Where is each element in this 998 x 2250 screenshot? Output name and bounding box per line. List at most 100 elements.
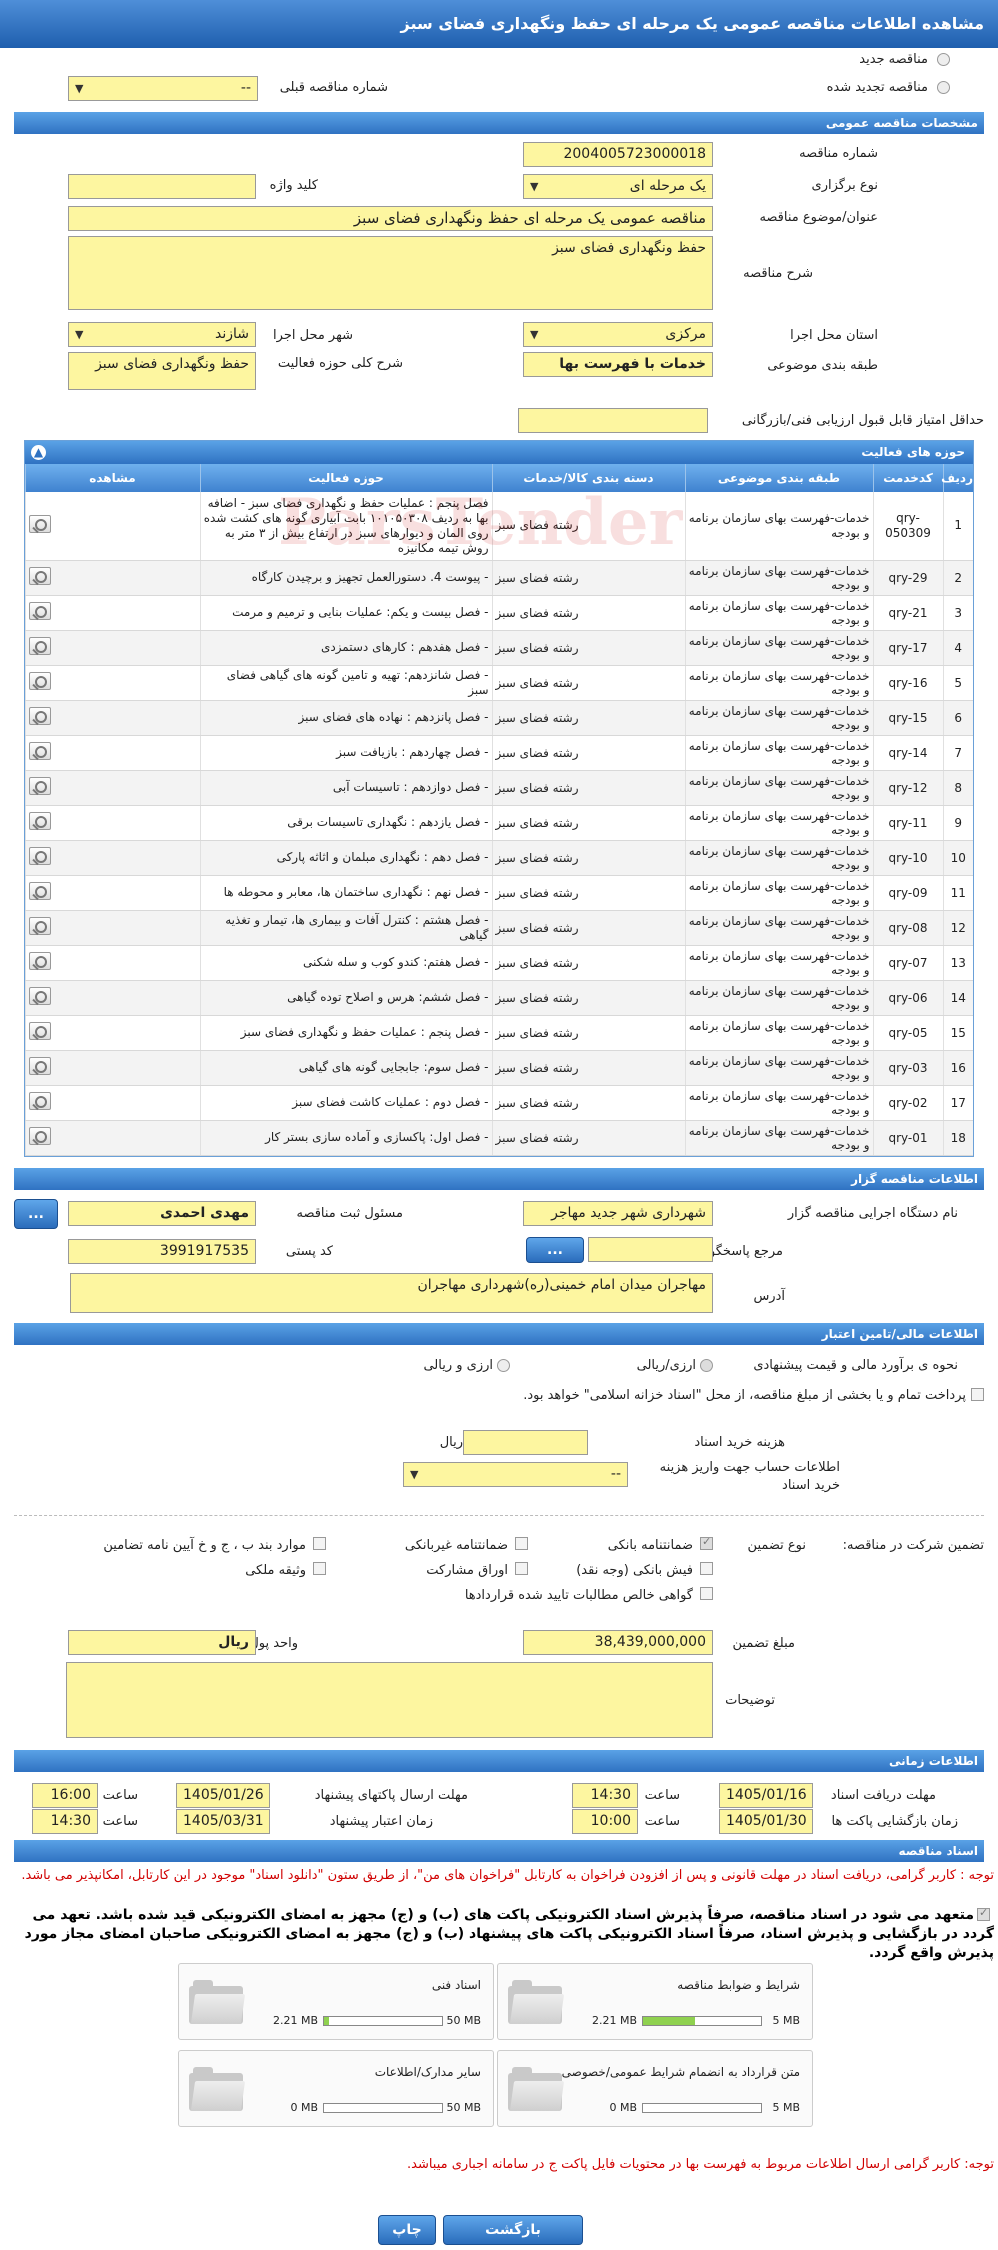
bank-guarantee-label: ضمانتنامه بانکی	[607, 1538, 693, 1553]
category-cell: خدمات-فهرست بهای سازمان برنامه و بودجه	[684, 630, 873, 666]
guarantee-type-label: نوع تضمین	[747, 1538, 806, 1553]
activity-cell: - فصل چهاردهم : بازیافت سبز	[199, 735, 492, 771]
reference-lookup-button[interactable]: ...	[526, 1237, 584, 1263]
view-cell[interactable]	[25, 945, 200, 981]
view-cell[interactable]	[25, 1050, 200, 1086]
view-cell[interactable]	[25, 980, 200, 1016]
view-icon[interactable]	[28, 1022, 51, 1040]
view-cell[interactable]	[25, 1085, 200, 1121]
row-number-cell: 7	[942, 735, 973, 771]
table-row: 5 qry-16 خدمات-فهرست بهای سازمان برنامه و …	[25, 665, 973, 701]
view-icon[interactable]	[28, 707, 51, 725]
doc-upload-box[interactable]: متن قرارداد به انضمام شرایط عمومی/خصوصی 5…	[497, 2050, 813, 2127]
back-button[interactable]: بازگشت	[443, 2215, 583, 2245]
view-icon[interactable]	[28, 742, 51, 760]
page-title: مشاهده اطلاعات مناقصه عمومی یک مرحله ای …	[0, 0, 998, 48]
doc-upload-box[interactable]: اسناد فنی 50 MB 2.21 MB	[178, 1963, 494, 2040]
view-icon[interactable]	[28, 987, 51, 1005]
print-button[interactable]: چاپ	[378, 2215, 436, 2245]
view-cell[interactable]	[25, 770, 200, 806]
bank-guarantee-checkbox[interactable]	[700, 1535, 713, 1550]
view-icon[interactable]	[28, 1127, 51, 1145]
view-icon[interactable]	[28, 847, 51, 865]
goods-category-cell: رشته فضای سبز	[491, 840, 685, 876]
category-cell: خدمات-فهرست بهای سازمان برنامه و بودجه	[684, 1085, 873, 1121]
category-label: طبقه بندی موضوعی	[767, 358, 878, 373]
activity-cell: - فصل پنجم : عملیات حفظ و نگهداری فضای س…	[199, 1015, 492, 1051]
view-icon[interactable]	[28, 882, 51, 900]
view-cell[interactable]	[25, 630, 200, 666]
watermark-logo: ParsTender	[278, 485, 683, 560]
city-select[interactable]: شازند ▼	[68, 322, 256, 347]
both-currency-radio[interactable]	[497, 1359, 510, 1372]
responsible-lookup-button[interactable]: ...	[14, 1199, 58, 1229]
doc-upload-box[interactable]: سایر مدارک/اطلاعات 50 MB 0 MB	[178, 2050, 494, 2127]
view-cell[interactable]	[25, 1120, 200, 1156]
view-icon[interactable]	[28, 1092, 51, 1110]
view-cell[interactable]	[25, 1015, 200, 1051]
notes-field[interactable]	[66, 1662, 713, 1738]
view-cell[interactable]	[25, 875, 200, 911]
row-number-cell: 17	[942, 1085, 973, 1121]
table-row: 16 qry-03 خدمات-فهرست بهای سازمان برنامه و…	[25, 1050, 973, 1086]
view-icon[interactable]	[28, 602, 51, 620]
category-cell: خدمات-فهرست بهای سازمان برنامه و بودجه	[684, 700, 873, 736]
bonds-checkbox[interactable]	[515, 1562, 528, 1575]
new-tender-radio[interactable]	[937, 53, 950, 66]
view-icon[interactable]	[28, 952, 51, 970]
view-icon[interactable]	[28, 515, 51, 534]
subject-label: عنوان/موضوع مناقصه	[759, 210, 878, 225]
view-cell[interactable]	[25, 805, 200, 841]
rial-radio[interactable]	[700, 1359, 713, 1372]
holding-type-select[interactable]: یک مرحله ای ▼	[523, 174, 713, 199]
doc-max-size: 5 MB	[772, 2014, 800, 2027]
row-number-cell: 10	[942, 840, 973, 876]
doc-upload-box[interactable]: شرایط و ضوابط مناقصه 5 MB 2.21 MB	[497, 1963, 813, 2040]
nonbank-guarantee-checkbox[interactable]	[515, 1537, 528, 1550]
renewed-tender-radio[interactable]	[937, 81, 950, 94]
reference-field	[588, 1237, 713, 1262]
description-field: حفظ ونگهداری فضای سبز	[68, 236, 713, 310]
service-code-cell: qry-10	[872, 840, 943, 876]
view-icon[interactable]	[28, 672, 51, 690]
claims-checkbox[interactable]	[700, 1587, 713, 1600]
service-code-cell: qry-050309	[872, 492, 943, 561]
category-cell: خدمات-فهرست بهای سازمان برنامه و بودجه	[684, 840, 873, 876]
goods-category-cell: رشته فضای سبز	[491, 805, 685, 841]
description-label: شرح مناقصه	[743, 266, 813, 281]
service-code-cell: qry-09	[872, 875, 943, 911]
province-select[interactable]: مرکزی ▼	[523, 322, 713, 347]
view-icon[interactable]	[28, 812, 51, 830]
view-cell[interactable]	[25, 492, 200, 561]
insurance-checkbox[interactable]	[313, 1537, 326, 1550]
doc-title: متن قرارداد به انضمام شرایط عمومی/خصوصی	[561, 2065, 800, 2079]
keyword-field[interactable]	[68, 174, 256, 199]
collapse-icon[interactable]: ▲	[31, 445, 46, 460]
account-select[interactable]: -- ▼	[403, 1462, 628, 1487]
section-timing: اطلاعات زمانی	[14, 1750, 984, 1772]
bonds-label: اوراق مشارکت	[426, 1563, 508, 1578]
cheque-checkbox[interactable]	[700, 1562, 713, 1575]
goods-category-cell: رشته فضای سبز	[491, 770, 685, 806]
view-cell[interactable]	[25, 840, 200, 876]
view-cell[interactable]	[25, 665, 200, 701]
prev-number-select[interactable]: -- ▼	[68, 76, 258, 101]
view-icon[interactable]	[28, 1057, 51, 1075]
view-cell[interactable]	[25, 700, 200, 736]
property-checkbox[interactable]	[313, 1562, 326, 1575]
min-score-field[interactable]	[518, 408, 708, 433]
view-icon[interactable]	[28, 637, 51, 655]
category-cell: خدمات-فهرست بهای سازمان برنامه و بودجه	[684, 665, 873, 701]
view-icon[interactable]	[28, 917, 51, 935]
view-cell[interactable]	[25, 910, 200, 946]
view-icon[interactable]	[28, 567, 51, 585]
chevron-down-icon: ▼	[530, 328, 539, 341]
view-cell[interactable]	[25, 735, 200, 771]
page: مشاهده اطلاعات مناقصه عمومی یک مرحله ای …	[0, 0, 998, 2250]
view-cell[interactable]	[25, 595, 200, 631]
view-cell[interactable]	[25, 560, 200, 596]
cheque-label: فیش بانکی (وجه نقد)	[576, 1563, 693, 1578]
activity-cell: - فصل دوازدهم : تاسیسات آبی	[199, 770, 492, 806]
view-icon[interactable]	[28, 777, 51, 795]
divider	[14, 1515, 984, 1516]
